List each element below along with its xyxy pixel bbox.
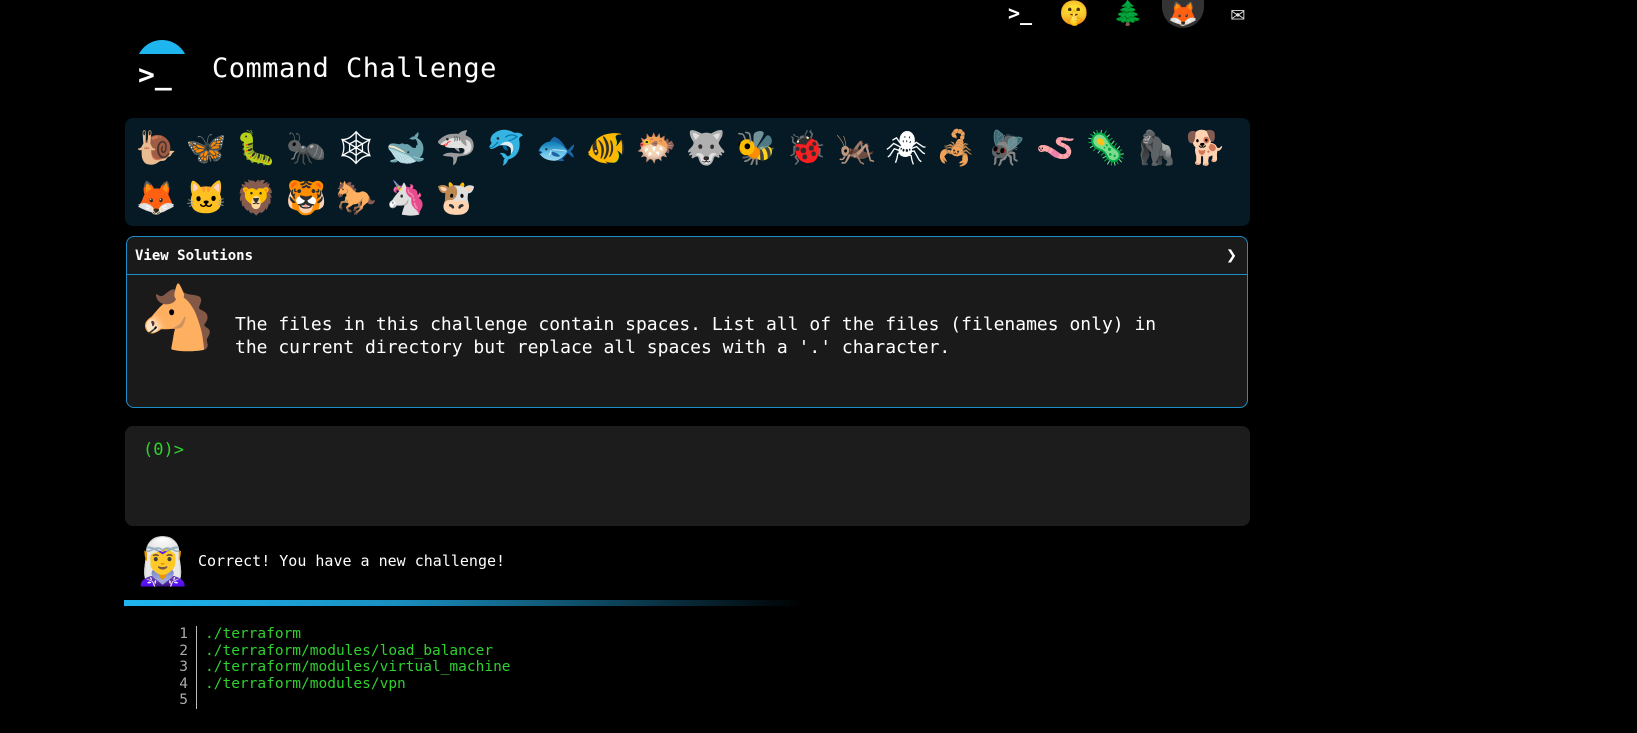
tropical-fish-icon[interactable]: 🐠: [581, 122, 631, 172]
line-number-gutter: 12345: [150, 626, 197, 709]
tiger-icon[interactable]: 🐯: [281, 172, 331, 222]
gorilla-icon[interactable]: 🦍: [1131, 122, 1181, 172]
snail-icon[interactable]: 🐌: [131, 122, 181, 172]
status-message-text: Correct! You have a new challenge!: [198, 552, 506, 570]
fly-icon[interactable]: 🪰: [981, 122, 1031, 172]
output-line: ./terraform/modules/virtual_machine: [205, 659, 511, 675]
challenge-description: The files in this challenge contain spac…: [235, 314, 1157, 358]
output-line: ./terraform/modules/vpn: [205, 675, 406, 692]
elf-icon: 🧝‍♀️: [134, 534, 192, 588]
status-message: 🧝‍♀️ Correct! You have a new challenge!: [134, 538, 505, 584]
chevron-right-icon[interactable]: ❯: [1226, 245, 1237, 266]
terminal-icon[interactable]: >_: [1000, 0, 1040, 26]
fox-icon[interactable]: 🦊: [131, 172, 181, 222]
cat-icon[interactable]: 🐱: [181, 172, 231, 222]
whale-icon[interactable]: 🐋: [381, 122, 431, 172]
spider-web-icon[interactable]: 🕸: [331, 122, 381, 172]
output-lines: ./terraform ./terraform/modules/load_bala…: [197, 626, 511, 709]
terminal-input[interactable]: (0)>: [125, 426, 1250, 526]
cricket-icon[interactable]: 🦗: [831, 122, 881, 172]
line-number: 4: [179, 675, 188, 692]
challenge-emoji-bar: 🐌 🦋 🐛 🐜 🕸 🐋 🦈 🐬 🐟 🐠 🐡 🐺 🐝 🐞 🦗 🕷 🦂 🪰 🪱 🦠 🦍 🐕 🦊 🐱 🦁 🐯 🐎 🦄 🐮: [125, 118, 1250, 226]
gitlab-icon[interactable]: 🦊: [1162, 0, 1204, 28]
header: >_ Command Challenge: [134, 40, 497, 96]
worm-icon[interactable]: 🪱: [1031, 122, 1081, 172]
page-title: Command Challenge: [212, 52, 497, 84]
command-output: 12345 ./terraform ./terraform/modules/loa…: [150, 626, 511, 709]
dog-icon[interactable]: 🐕: [1181, 122, 1231, 172]
scorpion-icon[interactable]: 🦂: [931, 122, 981, 172]
caterpillar-icon[interactable]: 🐛: [231, 122, 281, 172]
progress-bar: [124, 600, 804, 606]
horse-icon[interactable]: 🐎: [331, 172, 381, 222]
top-icon-bar: >_ 🤫 🌲 🦊 ✉: [1000, 0, 1258, 28]
horse-face-icon: 🐴: [139, 281, 217, 354]
output-line: ./terraform/modules/load_balancer: [205, 642, 494, 659]
view-solutions-label: View Solutions: [135, 247, 254, 264]
blowfish-icon[interactable]: 🐡: [631, 122, 681, 172]
view-solutions-toggle[interactable]: View Solutions ❯: [127, 237, 1247, 275]
line-number: 1: [179, 626, 188, 642]
ladybug-icon[interactable]: 🐞: [781, 122, 831, 172]
microbe-icon[interactable]: 🦠: [1081, 122, 1131, 172]
output-line: ./terraform: [205, 626, 302, 642]
butterfly-icon[interactable]: 🦋: [181, 122, 231, 172]
cow-icon[interactable]: 🐮: [431, 172, 481, 222]
tree-icon[interactable]: 🌲: [1108, 0, 1148, 26]
fish-icon[interactable]: 🐟: [531, 122, 581, 172]
ant-icon[interactable]: 🐜: [281, 122, 331, 172]
line-number: 5: [179, 692, 188, 708]
unicorn-icon[interactable]: 🦄: [381, 172, 431, 222]
mail-icon[interactable]: ✉: [1218, 0, 1258, 26]
lion-icon[interactable]: 🦁: [231, 172, 281, 222]
shushing-face-icon[interactable]: 🤫: [1054, 0, 1094, 26]
dolphin-icon[interactable]: 🐬: [481, 122, 531, 172]
solutions-panel: View Solutions ❯ 🐴 The files in this cha…: [126, 236, 1248, 408]
spider-icon[interactable]: 🕷: [881, 122, 931, 172]
wolf-icon[interactable]: 🐺: [681, 122, 731, 172]
shark-icon[interactable]: 🦈: [431, 122, 481, 172]
line-number: 3: [179, 659, 188, 675]
line-number: 2: [179, 642, 188, 659]
terminal-logo-icon[interactable]: >_: [134, 40, 188, 96]
bee-icon[interactable]: 🐝: [731, 122, 781, 172]
terminal-prompt: (0)>: [143, 440, 184, 460]
